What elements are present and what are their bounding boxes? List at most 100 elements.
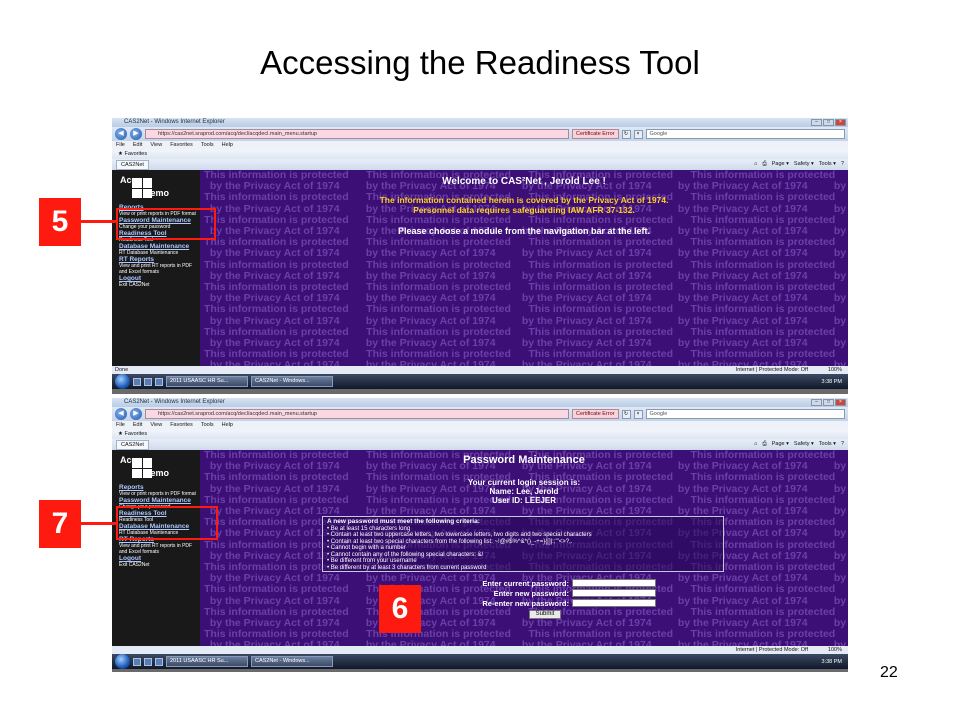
callout-5-connector — [81, 220, 116, 223]
nav-database-link[interactable]: Database Maintenance — [119, 243, 200, 250]
menu-tools[interactable]: Tools — [201, 421, 214, 430]
refresh-icon[interactable]: ↻ — [621, 129, 631, 139]
menu-file[interactable]: File — [116, 141, 125, 150]
favorites-button[interactable]: Favorites — [124, 151, 147, 157]
start-button-icon[interactable] — [115, 374, 130, 389]
certificate-error-badge[interactable]: Certificate Error — [572, 129, 619, 139]
tools-menu[interactable]: Tools ▾ — [819, 441, 836, 448]
slide-number: 22 — [880, 664, 898, 681]
criteria-item: • Be different by at least 3 characters … — [327, 564, 487, 571]
menu-view[interactable]: View — [150, 141, 162, 150]
forward-arrow-icon[interactable]: ▶ — [130, 408, 142, 420]
help-icon[interactable]: ? — [841, 441, 844, 448]
window-title-bar: CAS2Net - Windows Internet Explorer – □ × — [112, 398, 848, 407]
callout-6: 6 — [379, 585, 421, 633]
page-menu[interactable]: Page ▾ — [772, 441, 789, 448]
address-bar: ◀ ▶ https://cas2net.sraprod.com/acq/decl… — [112, 407, 848, 421]
back-arrow-icon[interactable]: ◀ — [115, 408, 127, 420]
taskbar-item-cas2net[interactable]: CAS2Net - Windows... — [251, 376, 333, 387]
favorites-bar: ★ Favorites — [112, 150, 848, 159]
callout-7-connector — [81, 522, 116, 525]
zoom-level[interactable]: 100% — [828, 646, 842, 654]
nav-rt-reports-desc: View and print RT reports in PDF and Exc… — [119, 543, 193, 555]
reenter-password-input[interactable] — [572, 599, 656, 607]
menu-view[interactable]: View — [150, 421, 162, 430]
tab-bar: CAS2Net ⌂ ⎙ Page ▾ Safety ▾ Tools ▾ ? — [112, 159, 848, 170]
search-input[interactable]: Google — [645, 129, 845, 139]
browser-window-welcome: CAS2Net - Windows Internet Explorer – □ × … — [112, 118, 848, 394]
nav-logout-desc: Exit CAS2Net — [119, 562, 150, 568]
quicklaunch-icon[interactable] — [144, 377, 152, 386]
search-input[interactable]: Google — [645, 409, 845, 419]
tools-menu[interactable]: Tools ▾ — [819, 161, 836, 168]
back-arrow-icon[interactable]: ◀ — [115, 128, 127, 140]
quicklaunch-icon[interactable] — [133, 377, 141, 386]
nav-password-link[interactable]: Password Maintenance — [119, 497, 200, 504]
quicklaunch-icon[interactable] — [155, 377, 163, 386]
menu-edit[interactable]: Edit — [133, 141, 142, 150]
menu-favorites[interactable]: Favorites — [170, 421, 193, 430]
clock[interactable]: 3:38 PM — [822, 379, 842, 385]
print-icon[interactable]: ⎙ — [762, 161, 766, 168]
menu-help[interactable]: Help — [222, 421, 233, 430]
menu-edit[interactable]: Edit — [133, 421, 142, 430]
close-icon[interactable]: × — [835, 399, 846, 406]
help-icon[interactable]: ? — [841, 161, 844, 168]
page-menu[interactable]: Page ▾ — [772, 161, 789, 168]
url-input[interactable]: https://cas2net.sraprod.com/acq/decl/acq… — [145, 409, 569, 419]
stop-icon[interactable]: × — [633, 409, 643, 419]
windows-taskbar: 2011 USAASC HR Su... CAS2Net - Windows..… — [112, 374, 848, 389]
home-icon[interactable]: ⌂ — [754, 161, 757, 168]
stop-icon[interactable]: × — [633, 129, 643, 139]
welcome-message: Welcome to CAS²Net , Jerold Lee ! — [442, 176, 606, 187]
minimize-icon[interactable]: – — [811, 119, 822, 126]
status-zone: Internet | Protected Mode: Off — [735, 647, 808, 653]
callout-5-highlight — [116, 208, 216, 240]
callout-5: 5 — [39, 198, 81, 246]
page-title: Password Maintenance — [463, 454, 585, 466]
tab-bar: CAS2Net ⌂ ⎙ Page ▾ Safety ▾ Tools ▾ ? — [112, 439, 848, 450]
window-title: CAS2Net - Windows Internet Explorer — [124, 119, 225, 125]
app-logo: Acq Demo — [120, 175, 170, 198]
print-icon[interactable]: ⎙ — [762, 441, 766, 448]
nav-rt-reports-link[interactable]: RT Reports — [119, 256, 200, 263]
nav-logout-link[interactable]: Logout — [119, 555, 200, 562]
tab-cas2net[interactable]: CAS2Net — [116, 159, 149, 170]
zoom-level[interactable]: 100% — [828, 366, 842, 374]
status-bar: Done Internet | Protected Mode: Off 100% — [112, 366, 848, 374]
callout-7-highlight — [116, 506, 218, 540]
home-icon[interactable]: ⌂ — [754, 441, 757, 448]
clock[interactable]: 3:38 PM — [822, 659, 842, 665]
favorites-button[interactable]: Favorites — [124, 431, 147, 437]
taskbar-item-cas2net[interactable]: CAS2Net - Windows... — [251, 656, 333, 667]
close-icon[interactable]: × — [835, 119, 846, 126]
session-name: Name: Lee, Jerold — [489, 487, 559, 496]
new-password-input[interactable] — [572, 589, 656, 597]
maximize-icon[interactable]: □ — [823, 119, 834, 126]
maximize-icon[interactable]: □ — [823, 399, 834, 406]
menu-tools[interactable]: Tools — [201, 141, 214, 150]
refresh-icon[interactable]: ↻ — [621, 409, 631, 419]
menu-file[interactable]: File — [116, 421, 125, 430]
current-password-input[interactable] — [572, 579, 656, 587]
forward-arrow-icon[interactable]: ▶ — [130, 128, 142, 140]
safety-menu[interactable]: Safety ▾ — [794, 441, 814, 448]
certificate-error-badge[interactable]: Certificate Error — [572, 409, 619, 419]
main-panel: This information is protected This infor… — [200, 170, 848, 366]
menu-favorites[interactable]: Favorites — [170, 141, 193, 150]
quicklaunch-icon[interactable] — [133, 657, 141, 666]
taskbar-item-hr[interactable]: 2011 USAASC HR Su... — [166, 376, 248, 387]
menu-help[interactable]: Help — [222, 141, 233, 150]
taskbar-item-hr[interactable]: 2011 USAASC HR Su... — [166, 656, 248, 667]
quicklaunch-icon[interactable] — [144, 657, 152, 666]
nav-reports-link[interactable]: Reports — [119, 484, 200, 491]
minimize-icon[interactable]: – — [811, 399, 822, 406]
submit-button[interactable]: Submit — [529, 610, 561, 619]
tab-cas2net[interactable]: CAS2Net — [116, 439, 149, 450]
nav-logout-link[interactable]: Logout — [119, 275, 200, 282]
start-button-icon[interactable] — [115, 654, 130, 669]
privacy-notice-2: Personnel data requires safeguarding IAW… — [413, 205, 635, 215]
quicklaunch-icon[interactable] — [155, 657, 163, 666]
url-input[interactable]: https://cas2net.sraprod.com/acq/decl/acq… — [145, 129, 569, 139]
safety-menu[interactable]: Safety ▾ — [794, 161, 814, 168]
